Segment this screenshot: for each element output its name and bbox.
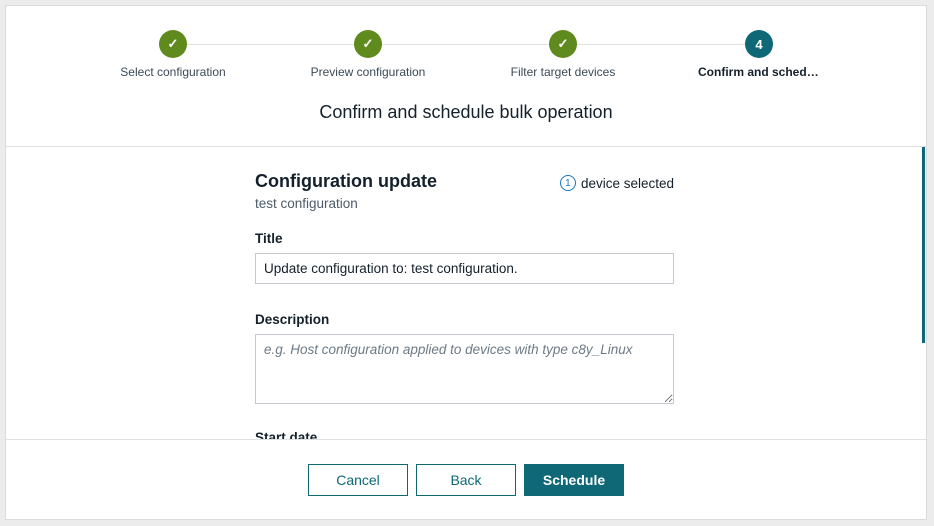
back-button[interactable]: Back xyxy=(416,463,516,496)
step-label: Filter target devices xyxy=(510,65,616,79)
step-number: 4 xyxy=(745,30,773,58)
description-label: Description xyxy=(255,312,330,327)
check-icon: ✓ xyxy=(354,30,382,58)
check-icon: ✓ xyxy=(549,30,577,58)
step-label: Preview configuration xyxy=(310,65,426,79)
dialog-footer: Cancel Back Schedule xyxy=(6,439,926,519)
step-select-configuration: ✓ Select configuration xyxy=(98,30,248,79)
operation-subtitle: test configuration xyxy=(255,196,358,211)
step-preview-configuration: ✓ Preview configuration xyxy=(293,30,443,79)
stepper-track xyxy=(173,44,759,45)
operation-form: Configuration update test configuration … xyxy=(255,171,674,441)
dialog-body: Configuration update test configuration … xyxy=(6,147,926,441)
schedule-button[interactable]: Schedule xyxy=(524,463,624,496)
operation-summary: Configuration update test configuration … xyxy=(255,171,674,211)
device-count-badge: 1 xyxy=(559,175,576,191)
title-input[interactable] xyxy=(255,253,674,284)
step-confirm-schedule: 4 Confirm and schedule bulk operation xyxy=(684,30,834,79)
bulk-operation-dialog: ✓ Select configuration ✓ Preview configu… xyxy=(5,5,927,520)
check-icon: ✓ xyxy=(159,30,187,58)
title-label: Title xyxy=(255,231,283,246)
step-filter-target-devices: ✓ Filter target devices xyxy=(488,30,638,79)
devices-selected: 1 device selected xyxy=(559,175,674,191)
dialog-title: Confirm and schedule bulk operation xyxy=(319,102,613,122)
stepper-header: ✓ Select configuration ✓ Preview configu… xyxy=(6,6,926,147)
step-label: Confirm and schedule bulk operation xyxy=(698,65,820,79)
devices-selected-text: device selected xyxy=(580,175,674,191)
step-label: Select configuration xyxy=(120,65,226,79)
cancel-button[interactable]: Cancel xyxy=(308,463,408,496)
description-textarea[interactable] xyxy=(255,334,674,404)
scrollbar[interactable] xyxy=(922,147,925,343)
